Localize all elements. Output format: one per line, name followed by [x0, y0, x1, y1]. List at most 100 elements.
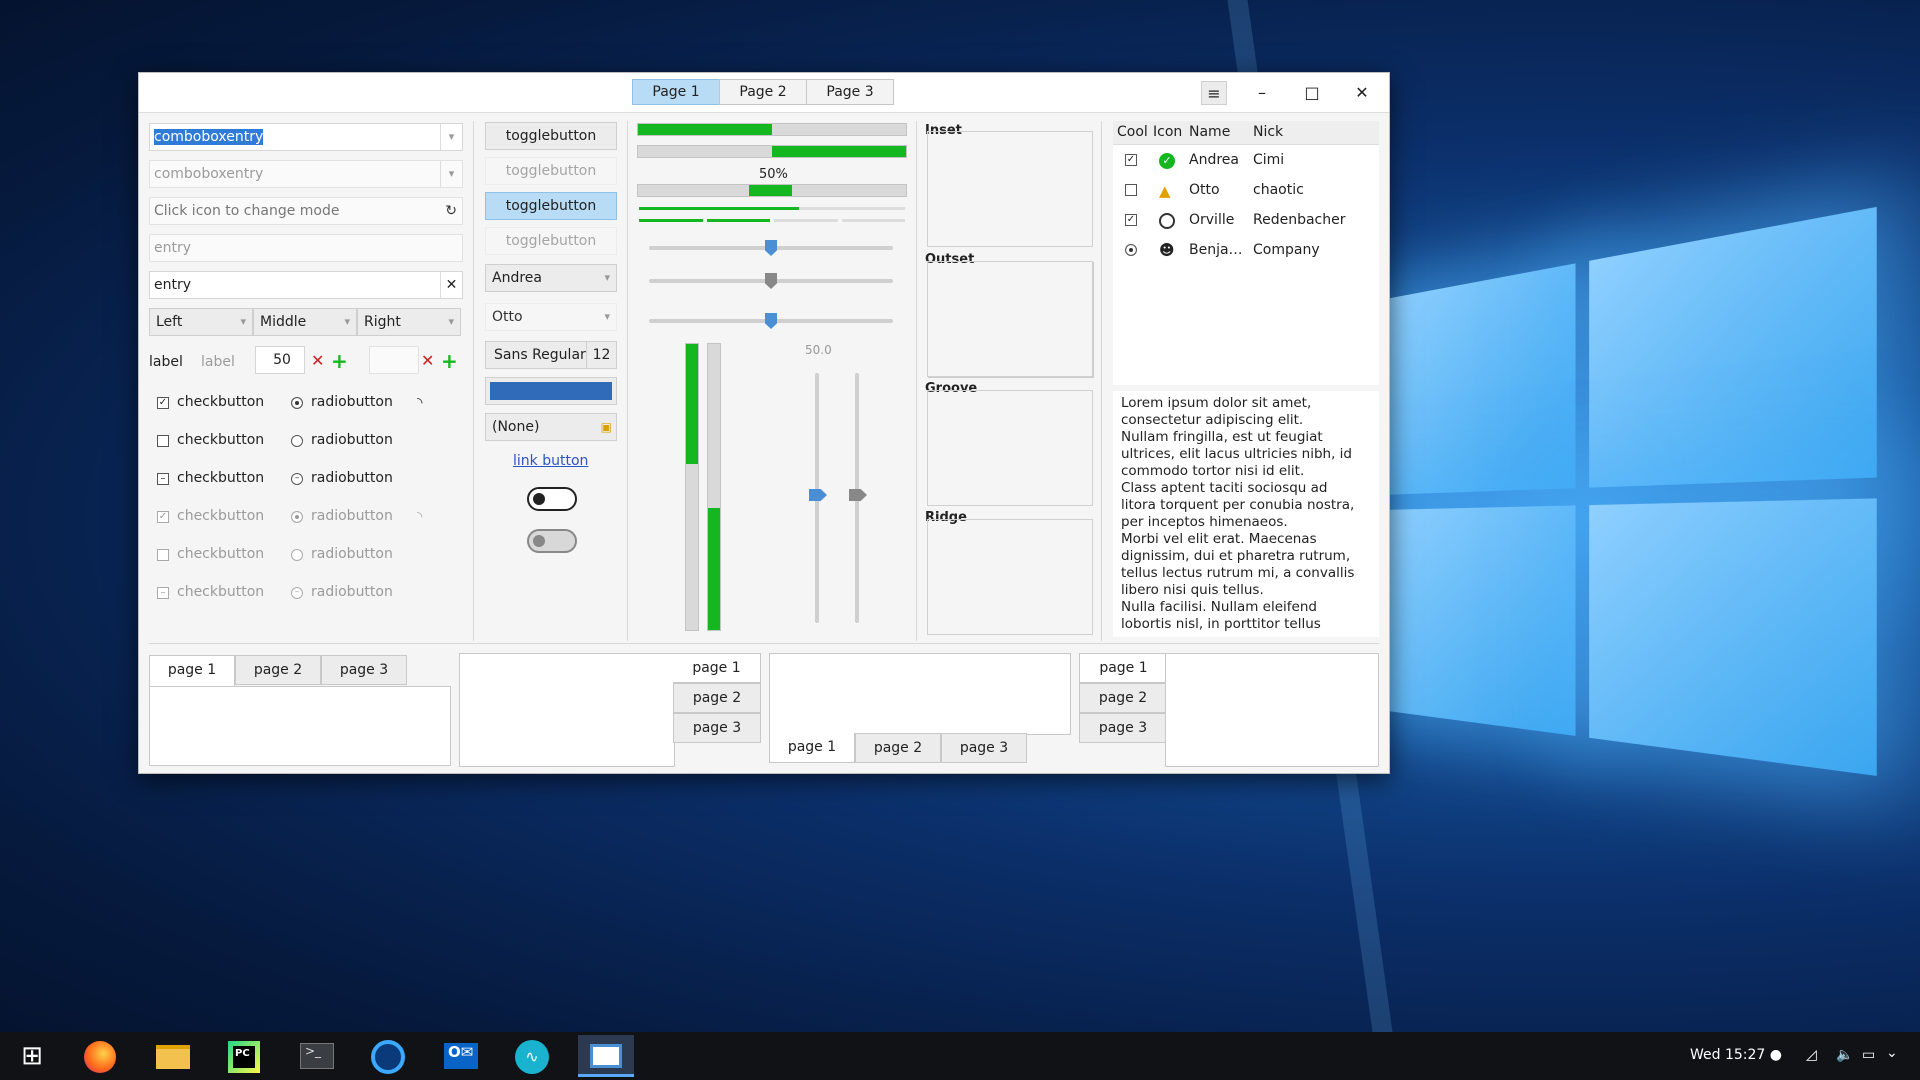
text-line: litora torquent per conubia nostra,	[1121, 497, 1355, 513]
menu-icon[interactable]: ≡	[1201, 81, 1227, 105]
decrement-icon-2[interactable]: ✕	[421, 351, 434, 370]
combo-right[interactable]: Right ▾	[357, 308, 461, 336]
notebook1-tab-3[interactable]: page 3	[321, 655, 407, 685]
table-row[interactable]: ✓ ✓ Andrea Cimi	[1113, 147, 1379, 175]
gtk-demo-window: Page 1 Page 2 Page 3 ≡ – □ ✕ comboboxent…	[138, 72, 1390, 774]
column-icon[interactable]: Icon	[1153, 124, 1182, 140]
entry-field[interactable]: entry ✕	[149, 271, 463, 299]
checkbox-unchecked-disabled	[157, 549, 169, 561]
spin-button[interactable]: 50	[255, 346, 305, 374]
notebook2-tab-2[interactable]: page 2	[673, 683, 761, 713]
cool-checkbox[interactable]	[1125, 184, 1137, 196]
stack-tab-page1[interactable]: Page 1	[632, 79, 720, 105]
combo-middle[interactable]: Middle ▾	[253, 308, 357, 336]
checkbox-checked[interactable]: ✓	[157, 397, 169, 409]
switch-off[interactable]	[527, 529, 577, 553]
network-icon[interactable]: ◿	[1806, 1047, 1817, 1063]
separator	[149, 643, 1379, 644]
level-bar-2	[639, 219, 905, 222]
pycharm-icon[interactable]: PC	[222, 1035, 266, 1077]
clear-icon[interactable]: ✕	[440, 272, 462, 298]
updater-icon[interactable]	[366, 1035, 410, 1077]
stack-tab-page2[interactable]: Page 2	[719, 79, 807, 105]
close-button[interactable]: ✕	[1349, 81, 1375, 105]
firefox-icon[interactable]	[78, 1035, 122, 1077]
radio-selected-disabled	[291, 511, 303, 523]
notebook4-tab-3[interactable]: page 3	[1079, 713, 1167, 743]
combobox-entry[interactable]: comboboxentry ▾	[149, 123, 463, 151]
color-button[interactable]	[485, 377, 617, 405]
taskbar	[0, 1032, 1920, 1080]
column-name[interactable]: Name	[1189, 124, 1230, 140]
vertical-progress-2	[707, 343, 721, 631]
notebook4-tab-1[interactable]: page 1	[1079, 653, 1167, 683]
row-nick: Cimi	[1253, 152, 1285, 168]
notebook2-tab-1[interactable]: page 1	[673, 653, 761, 683]
togglebutton-disabled: togglebutton	[485, 157, 617, 185]
text-view[interactable]: Lorem ipsum dolor sit amet, consectetur a…	[1113, 391, 1379, 637]
radio-inconsistent[interactable]: –	[291, 473, 303, 485]
refresh-icon[interactable]: ↻	[445, 198, 457, 224]
audio-app-icon[interactable]: ∿	[510, 1035, 554, 1077]
table-row[interactable]: ▲ Otto chaotic	[1113, 177, 1379, 205]
cool-checkbox[interactable]: ✓	[1125, 214, 1137, 226]
notebook1-tab-2[interactable]: page 2	[235, 655, 321, 685]
cool-checkbox[interactable]: ✓	[1125, 154, 1137, 166]
file-manager-icon[interactable]	[150, 1035, 194, 1077]
togglebutton[interactable]: togglebutton	[485, 122, 617, 150]
file-chooser-button[interactable]: (None) ▣	[485, 413, 617, 441]
togglebutton-active[interactable]: togglebutton	[485, 192, 617, 220]
column-cool[interactable]: Cool	[1117, 124, 1148, 140]
separator	[1101, 121, 1102, 641]
notebook3-tab-2[interactable]: page 2	[855, 733, 941, 763]
checkbox-inconsistent-disabled: –	[157, 587, 169, 599]
radio-unselected[interactable]	[291, 435, 303, 447]
link-button[interactable]: link button	[513, 453, 588, 469]
font-button[interactable]: Sans Regular 12	[485, 341, 617, 369]
frame-ridge	[927, 519, 1093, 635]
notebook1-tab-1[interactable]: page 1	[149, 655, 235, 687]
combo-otto[interactable]: Otto ▾	[485, 303, 617, 331]
clock[interactable]: Wed 15:27 ●	[1690, 1047, 1782, 1063]
switch-on[interactable]	[527, 487, 577, 511]
text-line: Nulla facilisi. Nullam eleifend	[1121, 599, 1317, 615]
mode-entry[interactable]: Click icon to change mode ↻	[149, 197, 463, 225]
vscale-thumb-1[interactable]	[809, 489, 827, 501]
decrement-icon[interactable]: ✕	[311, 351, 324, 370]
minimize-button[interactable]: –	[1249, 81, 1275, 105]
scale-thumb-1[interactable]	[765, 240, 777, 256]
combo-andrea[interactable]: Andrea ▾	[485, 264, 617, 292]
stack-tab-page3[interactable]: Page 3	[806, 79, 894, 105]
checkbox-inconsistent[interactable]: –	[157, 473, 169, 485]
outlook-icon[interactable]: O✉	[438, 1035, 482, 1077]
notebook3-tab-1[interactable]: page 1	[769, 733, 855, 763]
checkbox-unchecked[interactable]	[157, 435, 169, 447]
terminal-icon[interactable]: >_	[294, 1035, 338, 1077]
radio-selected[interactable]	[291, 397, 303, 409]
checkbutton-label: checkbutton	[177, 394, 265, 410]
table-row[interactable]: ☻ Benja… Company	[1113, 237, 1379, 265]
notebook2-page	[459, 653, 675, 767]
gtk-app-icon[interactable]	[578, 1035, 634, 1077]
table-row[interactable]: ✓ Orville Redenbacher	[1113, 207, 1379, 235]
notebook4-tab-2[interactable]: page 2	[1079, 683, 1167, 713]
cool-radio[interactable]	[1125, 244, 1137, 256]
frame-outset	[927, 261, 1093, 377]
maximize-button[interactable]: □	[1299, 81, 1325, 105]
combo-left[interactable]: Left ▾	[149, 308, 253, 336]
tree-view: Cool Icon Name Nick ✓ ✓ Andrea Cimi ▲ Ot…	[1113, 121, 1379, 385]
level-bar-1	[639, 207, 905, 210]
windows-logo	[1380, 201, 1907, 878]
text-line: consectetur adipiscing elit.	[1121, 412, 1304, 428]
notebook3-tab-3[interactable]: page 3	[941, 733, 1027, 763]
chevron-down-icon[interactable]: ⌄	[1886, 1045, 1898, 1061]
battery-icon[interactable]: ▭	[1862, 1047, 1875, 1063]
start-windows-icon[interactable]: ⊞	[10, 1035, 54, 1077]
volume-icon[interactable]: 🔈	[1836, 1047, 1853, 1063]
column-nick[interactable]: Nick	[1253, 124, 1283, 140]
scale-thumb-3[interactable]	[765, 313, 777, 329]
increment-icon[interactable]: +	[331, 349, 348, 373]
increment-icon-2[interactable]: +	[441, 349, 458, 373]
progress-bar-2	[637, 145, 907, 158]
notebook2-tab-3[interactable]: page 3	[673, 713, 761, 743]
